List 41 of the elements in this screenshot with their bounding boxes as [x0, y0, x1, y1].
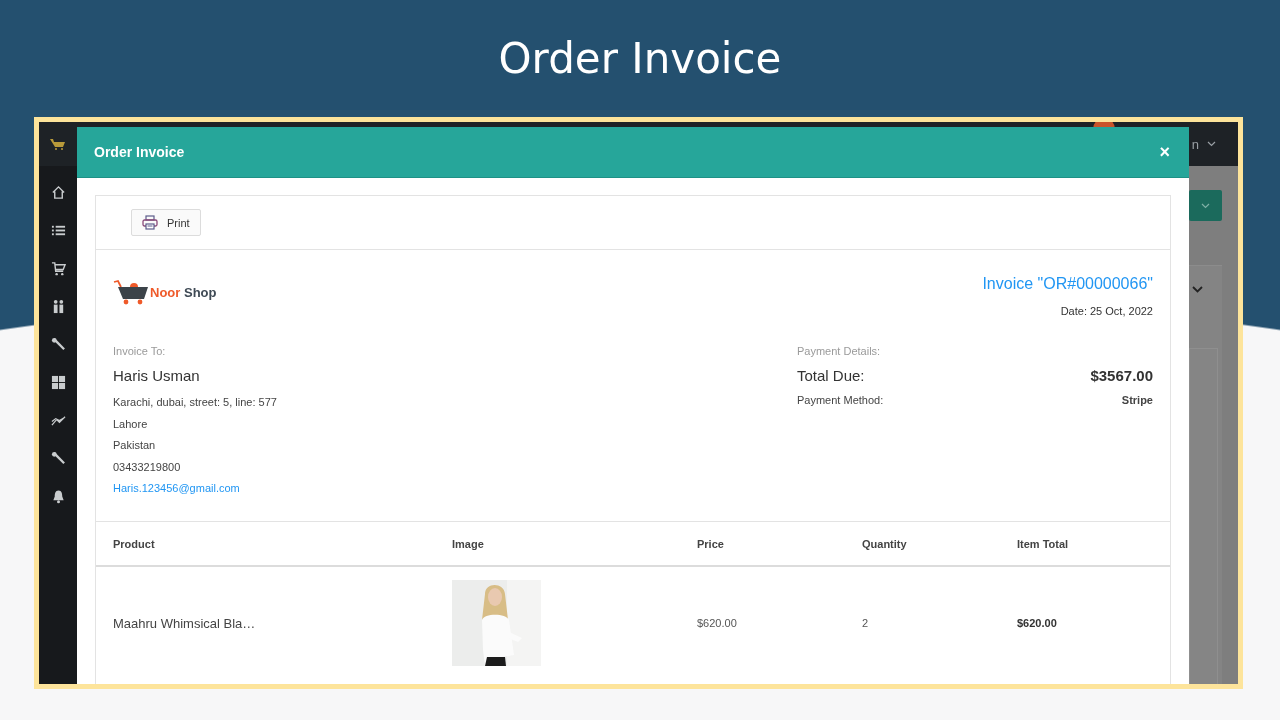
address-line: Pakistan — [113, 438, 157, 453]
shopping-cart-logo-icon — [113, 279, 149, 305]
address-line: Karachi, dubai, street: 5, line: 577 — [113, 395, 277, 410]
email-link[interactable]: Haris.123456@gmail.com — [113, 478, 277, 499]
payment-method-label: Payment Method: — [797, 394, 884, 406]
column-header: Item Total — [1017, 537, 1070, 550]
wrench-icon[interactable] — [50, 337, 66, 352]
home-icon[interactable] — [50, 185, 66, 200]
payment-method: Stripe — [1121, 394, 1153, 406]
dialog-title: Order Invoice — [94, 144, 185, 160]
user-name[interactable]: n — [1191, 136, 1199, 152]
table-cell-text: $620.00 — [697, 617, 738, 629]
list-icon[interactable] — [50, 223, 66, 238]
column-header: Product — [113, 537, 156, 550]
printer-icon — [142, 215, 158, 230]
address-line: Lahore — [113, 416, 149, 432]
total-due-label: Total Due: — [797, 367, 865, 384]
caret-icon — [1201, 202, 1210, 209]
customer-name: Haris Usman — [113, 367, 201, 384]
section-label: Payment Details: — [797, 345, 882, 357]
column-header: Image — [452, 537, 485, 550]
print-button[interactable]: Print — [131, 209, 201, 236]
table-cell-text: 2 — [862, 617, 870, 629]
cart-icon — [49, 138, 67, 150]
address-line: 03433219800 — [113, 459, 182, 475]
table-cell-text: Maahru Whimsical Bla… — [113, 615, 257, 631]
column-header: Price — [697, 537, 725, 550]
line-chart-icon[interactable] — [50, 413, 66, 428]
caret-icon — [1207, 141, 1216, 147]
invoice-number: Invoice "OR#00000066" — [982, 275, 1153, 293]
invoice-date: Date: 25 Oct, 2022 — [1060, 305, 1153, 317]
logo-text: Noor Shop — [150, 284, 217, 300]
cart-icon[interactable] — [50, 261, 66, 276]
total-due-amount: $3567.00 — [1090, 367, 1153, 384]
table-cell-text: $620.00 — [1017, 617, 1058, 629]
grid-icon[interactable] — [50, 375, 66, 390]
slide-title: Order Invoice — [498, 33, 782, 85]
section-label: Invoice To: — [113, 345, 167, 357]
column-header: Quantity — [862, 537, 908, 550]
wrench-icon[interactable] — [50, 451, 66, 466]
chevron-icon — [1192, 286, 1203, 293]
